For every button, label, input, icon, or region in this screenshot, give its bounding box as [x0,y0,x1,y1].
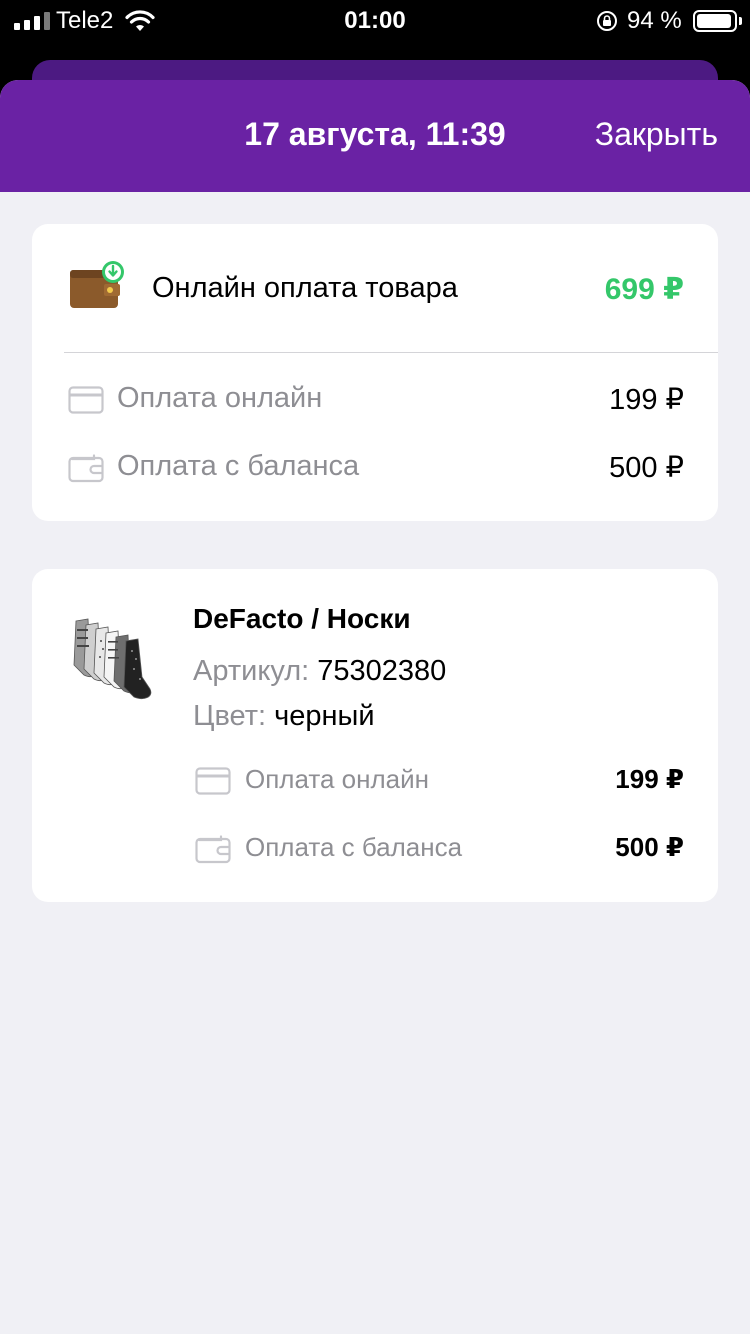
product-article: Артикул: 75302380 [193,655,446,688]
payment-label: Оплата с баланса [117,450,360,482]
payment-label: Оплата с баланса [245,832,463,862]
payment-type-title: Онлайн оплата товара [152,272,458,304]
battery-tip [739,17,742,25]
payment-label: Оплата онлайн [245,764,429,794]
article-value: 75302380 [317,655,447,687]
payment-label: Оплата онлайн [117,382,323,414]
payment-amount: 199 ₽ [615,764,684,794]
card-icon [68,386,104,414]
divider [64,352,718,353]
payment-summary-card: Онлайн оплата товара 699 ₽ Оплата онлайн… [32,224,718,521]
color-value: черный [274,700,375,732]
payment-amount: 500 ₽ [615,832,684,862]
payment-row-balance: Оплата с баланса 500 ₽ [68,448,684,488]
wallet-icon [68,454,104,483]
transaction-sheet: 17 августа, 11:39 Закрыть Онлайн оплата … [0,80,750,1334]
status-bar: Tele2 01:00 94 % [0,0,750,42]
sheet-header: 17 августа, 11:39 Закрыть [0,80,750,192]
socks-image [73,618,152,699]
color-label: Цвет: [193,700,267,732]
product-name: DeFacto / Носки [193,603,411,634]
product-card[interactable]: DeFacto / Носки Артикул: 75302380 Цвет: … [32,569,718,902]
product-color: Цвет: черный [193,700,375,733]
product-payment-row-online: Оплата онлайн 199 ₽ [195,762,684,800]
product-payment-row-balance: Оплата с баланса 500 ₽ [195,830,684,868]
wallet-download-icon [70,261,124,308]
orientation-lock-icon [597,11,617,31]
payment-row-online: Оплата онлайн 199 ₽ [68,380,684,420]
wallet-icon [195,835,231,864]
card-icon [195,767,231,795]
article-label: Артикул: [193,655,310,687]
total-amount: 699 ₽ [604,273,684,306]
close-button[interactable]: Закрыть [595,116,718,153]
battery-icon [693,10,737,32]
battery-percentage: 94 % [627,7,682,34]
payment-amount: 199 ₽ [609,384,684,416]
payment-amount: 500 ₽ [609,452,684,484]
